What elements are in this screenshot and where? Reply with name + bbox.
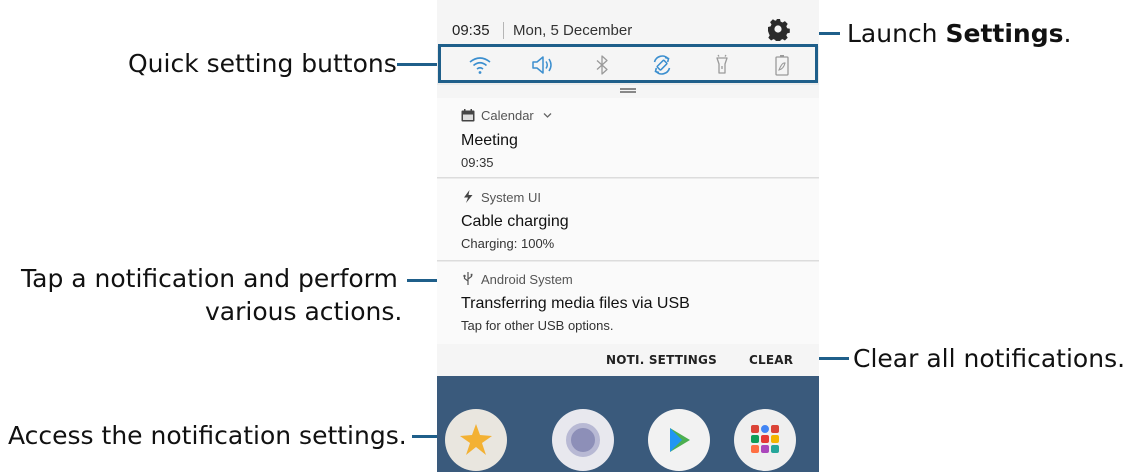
bolt-icon xyxy=(464,190,473,203)
calendar-icon xyxy=(461,109,475,122)
chevron-down-icon[interactable] xyxy=(543,112,552,119)
notification-card[interactable]: System UI Cable charging Charging: 100% xyxy=(437,179,819,261)
callout-tap-notification-line2: various actions. xyxy=(205,297,403,326)
callout-tap-notification-line1: Tap a notification and perform xyxy=(21,264,398,293)
notification-title: Meeting xyxy=(461,132,518,149)
notification-actions: NOTI. SETTINGS CLEAR xyxy=(437,344,819,376)
callout-launch-settings: Launch Settings. xyxy=(847,17,1071,50)
status-bar: 09:35 Mon, 5 December xyxy=(437,0,819,46)
usb-icon xyxy=(463,272,473,285)
noti-settings-button[interactable]: NOTI. SETTINGS xyxy=(606,353,717,367)
flower-icon xyxy=(460,424,492,455)
clear-button[interactable]: CLEAR xyxy=(749,353,793,367)
wifi-icon[interactable] xyxy=(467,53,493,77)
app-icon-camera[interactable] xyxy=(552,409,614,471)
notification-title: Cable charging xyxy=(461,213,569,230)
app-icon-gallery[interactable] xyxy=(445,409,507,471)
callout-launch-suffix: . xyxy=(1063,19,1072,48)
flashlight-icon[interactable] xyxy=(709,53,735,77)
callout-launch-bold: Settings xyxy=(945,19,1064,48)
notification-text: Charging: 100% xyxy=(461,236,555,251)
notification-app-name: Calendar xyxy=(481,108,534,123)
camera-lens-icon xyxy=(566,423,600,457)
notification-title: Transferring media files via USB xyxy=(461,295,690,312)
callout-quick-setting-buttons: Quick setting buttons xyxy=(128,49,397,78)
notification-card[interactable]: Calendar Meeting 09:35 xyxy=(437,98,819,178)
divider xyxy=(503,22,504,39)
drag-handle[interactable] xyxy=(437,85,819,98)
notification-app-name: System UI xyxy=(481,190,541,205)
sound-icon[interactable] xyxy=(529,53,555,77)
play-icon xyxy=(670,428,690,452)
app-icon-play-store[interactable] xyxy=(648,409,710,471)
callout-access-notification-settings: Access the notification settings. xyxy=(8,421,407,450)
app-icon-google-folder[interactable] xyxy=(734,409,796,471)
rotate-icon[interactable] xyxy=(649,53,675,77)
notification-text: Tap for other USB options. xyxy=(461,318,614,333)
quick-settings-row xyxy=(438,44,818,83)
bluetooth-icon[interactable] xyxy=(589,53,615,77)
date: Mon, 5 December xyxy=(513,22,633,39)
callout-line xyxy=(397,63,439,66)
handle-bar xyxy=(620,91,636,93)
notification-text: 09:35 xyxy=(461,155,494,170)
battery-icon[interactable] xyxy=(769,53,795,77)
clock: 09:35 xyxy=(452,22,490,39)
folder-grid-icon xyxy=(749,423,781,455)
home-screen xyxy=(437,376,819,472)
notification-panel: 09:35 Mon, 5 December Calendar Meeting 0… xyxy=(437,0,819,472)
notification-card[interactable]: Android System Transferring media files … xyxy=(437,262,819,344)
handle-bar xyxy=(620,88,636,90)
callout-launch-prefix: Launch xyxy=(847,19,946,48)
callout-clear-all: Clear all notifications. xyxy=(853,344,1126,373)
gear-icon[interactable] xyxy=(766,17,790,41)
notification-app-name: Android System xyxy=(481,272,573,287)
